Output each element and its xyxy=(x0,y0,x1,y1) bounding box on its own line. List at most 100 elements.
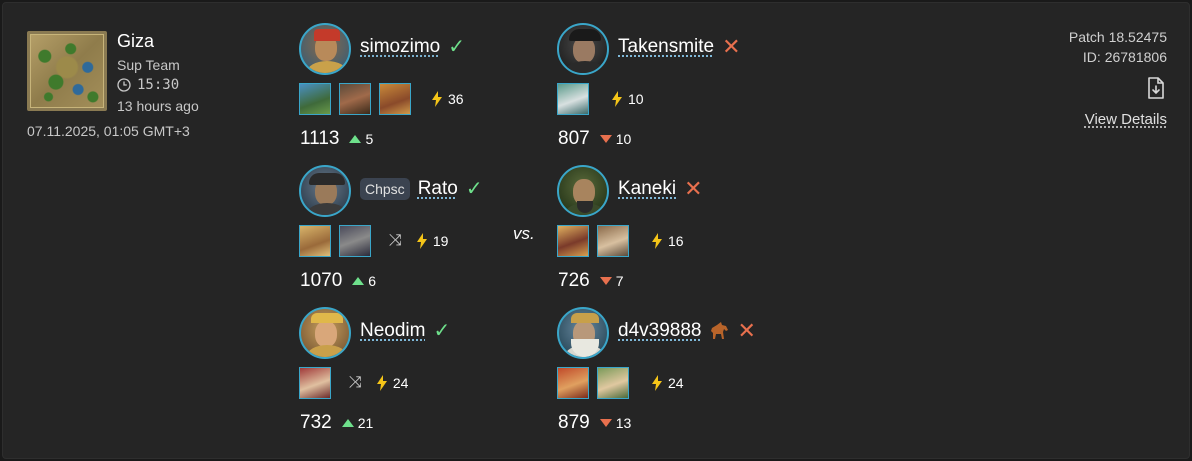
lightning-icon xyxy=(432,91,442,107)
rating-change: 7 xyxy=(599,273,624,289)
time-ago: 13 hours ago xyxy=(117,98,199,114)
player-avatar[interactable] xyxy=(299,307,351,359)
team2-player-3: d4v39888 ✕ 24 879 13 xyxy=(557,307,787,447)
player-rating: 879 xyxy=(558,412,590,433)
player-rating: 726 xyxy=(558,270,590,291)
rating-up-icon xyxy=(341,419,354,427)
civ-portrait[interactable] xyxy=(299,83,331,115)
rating-delta: 5 xyxy=(365,131,374,147)
rating-change: 13 xyxy=(599,415,632,431)
civ-list: ⤨ 24 xyxy=(299,367,408,399)
player-avatar[interactable] xyxy=(299,165,351,217)
civ-portrait[interactable] xyxy=(299,367,331,399)
player-avatar[interactable] xyxy=(557,307,609,359)
player-avatar[interactable] xyxy=(557,23,609,75)
map-name: Giza xyxy=(117,31,155,51)
match-card: Giza Sup Team 15:30 13 hours ago 07.11.2… xyxy=(2,2,1190,459)
win-check-icon: ✓ xyxy=(465,178,483,200)
lightning-icon xyxy=(612,91,622,107)
apm-value: 10 xyxy=(628,91,644,107)
civ-list: 16 xyxy=(557,225,684,257)
civ-portrait[interactable] xyxy=(379,83,411,115)
team2-player-1: Takensmite ✕ 10 807 10 xyxy=(557,23,787,163)
civ-portrait[interactable] xyxy=(557,83,589,115)
duration: 15:30 xyxy=(117,77,179,93)
clan-tag[interactable]: Chpsc xyxy=(360,178,410,200)
apm-value: 16 xyxy=(668,233,684,249)
team1-player-2: Chpsc Rato ✓ ⤨ 19 1070 6 xyxy=(299,165,529,305)
rating-down-icon xyxy=(599,277,612,285)
player-rating: 807 xyxy=(558,128,590,149)
apm: 24 xyxy=(651,375,684,391)
clock-icon xyxy=(117,78,131,92)
civ-portrait[interactable] xyxy=(339,83,371,115)
lightning-icon xyxy=(652,375,662,391)
lightning-icon xyxy=(376,375,387,391)
team2-player-2: Kaneki ✕ 16 726 7 xyxy=(557,165,787,305)
civ-portrait[interactable] xyxy=(597,367,629,399)
patch-version: Patch 18.52475 xyxy=(1068,29,1167,45)
civ-list: 10 xyxy=(557,83,644,115)
match-meta: Patch 18.52475 ID: 26781806 xyxy=(1069,27,1167,67)
rating-down-icon xyxy=(599,135,612,143)
civ-list: ⤨ 19 xyxy=(299,225,448,257)
player-name[interactable]: Neodim xyxy=(360,320,425,342)
player-rating: 1113 xyxy=(300,128,340,149)
rating-up-icon xyxy=(349,135,362,143)
apm-value: 24 xyxy=(668,375,684,391)
map-thumbnail[interactable] xyxy=(27,31,107,111)
view-details-link[interactable]: View Details xyxy=(1085,111,1167,128)
random-civ-icon: ⤨ xyxy=(349,374,362,391)
rating-delta: 7 xyxy=(615,273,624,289)
apm: 36 xyxy=(431,91,464,107)
civ-list: 24 xyxy=(557,367,684,399)
player-rating: 1070 xyxy=(300,270,343,291)
win-check-icon: ✓ xyxy=(448,36,465,58)
rating-delta: 6 xyxy=(368,273,377,289)
team1-player-3: Neodim ✓ ⤨ 24 732 21 xyxy=(299,307,529,447)
win-check-icon: ✓ xyxy=(433,320,451,342)
player-avatar[interactable] xyxy=(557,165,609,217)
rating-change: 10 xyxy=(599,131,632,147)
player-name[interactable]: Rato xyxy=(418,178,458,200)
rating-delta: 10 xyxy=(615,131,632,147)
match-date: 07.11.2025, 01:05 GMT+3 xyxy=(27,123,190,139)
loss-x-icon: ✕ xyxy=(722,34,741,59)
player-name[interactable]: simozimo xyxy=(360,36,440,58)
team1-player-1: simozimo ✓ 36 1113 5 xyxy=(299,23,529,163)
rating-up-icon xyxy=(352,277,365,285)
apm-value: 24 xyxy=(392,375,409,391)
horse-icon xyxy=(711,322,729,339)
civ-portrait[interactable] xyxy=(299,225,331,257)
apm: 10 xyxy=(611,91,644,107)
rating-change: 6 xyxy=(352,273,376,289)
match-id: ID: 26781806 xyxy=(1082,49,1167,65)
rating-change: 5 xyxy=(349,131,373,147)
rating-delta: 13 xyxy=(615,415,632,431)
apm-value: 19 xyxy=(432,233,449,249)
civ-portrait[interactable] xyxy=(339,225,371,257)
civ-portrait[interactable] xyxy=(557,367,589,399)
game-mode: Sup Team xyxy=(117,57,180,73)
apm-value: 36 xyxy=(448,91,464,107)
rating-down-icon xyxy=(599,419,612,427)
apm: 19 xyxy=(416,233,449,249)
apm: 24 xyxy=(376,375,409,391)
download-file-icon[interactable] xyxy=(1147,77,1165,104)
player-name[interactable]: Takensmite xyxy=(618,36,714,58)
duration-value: 15:30 xyxy=(137,77,180,93)
civ-list: 36 xyxy=(299,83,464,115)
player-name[interactable]: Kaneki xyxy=(618,178,676,200)
loss-x-icon: ✕ xyxy=(737,318,756,343)
player-rating: 732 xyxy=(300,412,332,433)
random-civ-icon: ⤨ xyxy=(389,232,402,249)
player-name[interactable]: d4v39888 xyxy=(618,320,701,342)
rating-delta: 21 xyxy=(357,415,374,431)
lightning-icon xyxy=(416,233,427,249)
lightning-icon xyxy=(652,233,662,249)
civ-portrait[interactable] xyxy=(557,225,589,257)
loss-x-icon: ✕ xyxy=(684,176,703,201)
rating-change: 21 xyxy=(341,415,374,431)
player-avatar[interactable] xyxy=(299,23,351,75)
civ-portrait[interactable] xyxy=(597,225,629,257)
